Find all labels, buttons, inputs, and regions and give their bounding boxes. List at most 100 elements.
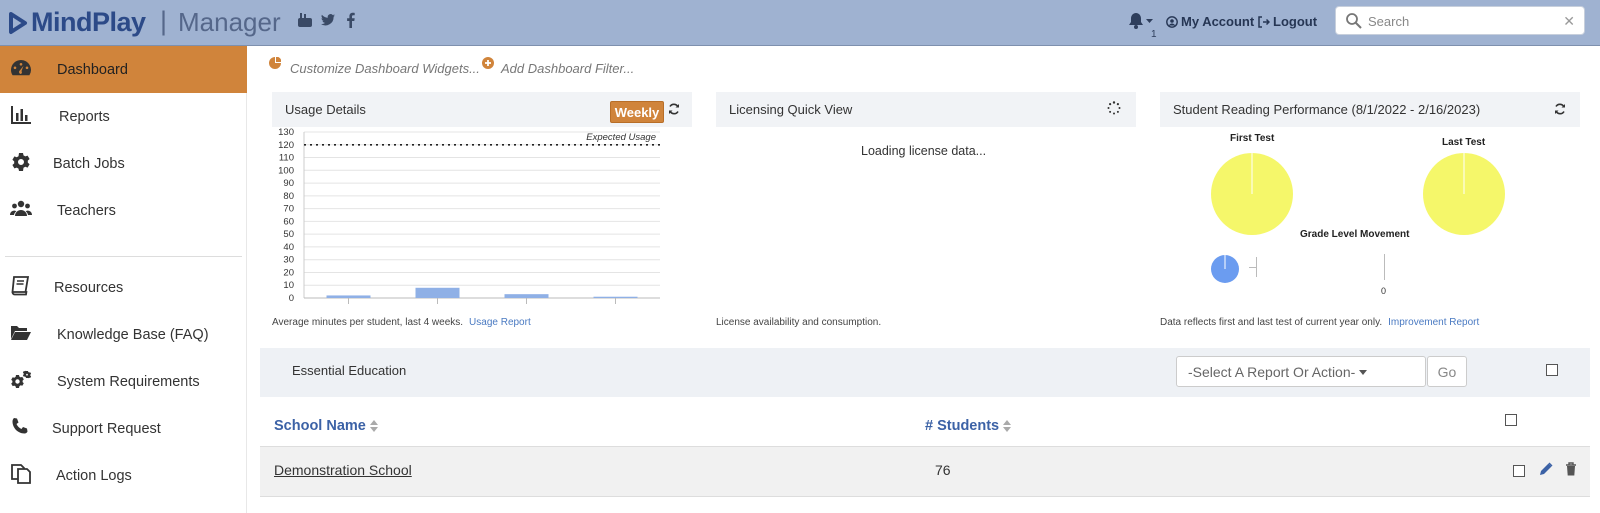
widget-title: Usage Details <box>285 102 366 117</box>
y-tick-label: 20 <box>283 267 294 278</box>
header-row-checkbox[interactable] <box>1505 414 1517 426</box>
licensing-footer-text: License availability and consumption. <box>716 317 882 328</box>
reading-performance-widget: Student Reading Performance (8/1/2022 - … <box>1160 92 1580 334</box>
first-test-pie <box>1211 153 1293 235</box>
refresh-icon[interactable] <box>1554 102 1566 116</box>
caret-down-icon <box>1146 19 1153 23</box>
copy-icon <box>10 464 34 486</box>
y-tick-label: 80 <box>283 191 294 202</box>
y-tick-label: 40 <box>283 242 294 253</box>
grade-zero-label: 0 <box>1381 286 1387 296</box>
sidebar-item-support-request[interactable]: Support Request <box>0 405 247 452</box>
widget-header: Student Reading Performance (8/1/2022 - … <box>1160 92 1580 127</box>
sidebar-item-action-logs[interactable]: Action Logs <box>0 452 247 499</box>
y-tick-label: 100 <box>278 165 294 176</box>
sidebar-item-resources[interactable]: Resources <box>0 264 247 311</box>
sidebar-item-label: Knowledge Base (FAQ) <box>57 326 209 343</box>
customize-widgets-link[interactable]: Customize Dashboard Widgets... <box>290 61 480 76</box>
grade-movement-pie <box>1211 255 1239 283</box>
refresh-icon[interactable] <box>668 102 680 116</box>
facebook-icon[interactable] <box>343 12 359 32</box>
y-tick-label: 10 <box>283 280 294 291</box>
users-icon <box>10 199 34 221</box>
expected-usage-label: Expected Usage <box>586 132 656 143</box>
folder-open-icon <box>10 323 34 345</box>
sidebar-item-label: Batch Jobs <box>53 155 125 172</box>
select-all-checkbox[interactable] <box>1546 364 1558 376</box>
sidebar-item-batch-jobs[interactable]: Batch Jobs <box>0 140 247 187</box>
sidebar-item-label: Action Logs <box>56 467 132 484</box>
table-header: School Name # Students <box>260 405 1590 447</box>
usage-details-widget: Usage Details Weekly 130 120 110 100 90 80 70 6… <box>272 92 692 334</box>
sort-icon <box>1003 420 1012 432</box>
search-input[interactable] <box>1368 12 1558 30</box>
loading-spinner-icon <box>1107 101 1121 115</box>
y-tick-label: 70 <box>283 204 294 215</box>
bell-icon <box>1129 13 1153 29</box>
sidebar-item-knowledge-base[interactable]: Knowledge Base (FAQ) <box>0 311 247 358</box>
edit-pencil-icon[interactable] <box>1539 462 1553 476</box>
sidebar-item-system-requirements[interactable]: System Requirements <box>0 358 247 405</box>
y-tick-label: 30 <box>283 255 294 266</box>
caret-down-icon <box>1359 370 1367 375</box>
plus-circle-icon[interactable] <box>482 57 494 69</box>
logout-link[interactable]: Logout <box>1258 14 1317 29</box>
usage-bar <box>326 295 371 298</box>
row-checkbox[interactable] <box>1513 465 1525 477</box>
y-tick-label: 130 <box>278 128 294 138</box>
school-name-link[interactable]: Demonstration School <box>274 462 412 478</box>
usage-bar-chart: 1301201101009080706050403020100Expected … <box>278 128 660 304</box>
grade-movement-label: Grade Level Movement <box>1300 229 1410 240</box>
usage-report-link[interactable]: Usage Report <box>469 317 531 328</box>
column-students[interactable]: # Students <box>925 418 1012 434</box>
search-icon <box>1346 13 1362 29</box>
twitter-icon[interactable] <box>320 12 336 32</box>
organization-section-bar: Essential Education -Select A Report Or … <box>260 348 1590 397</box>
sort-icon <box>369 420 378 432</box>
my-account-link[interactable]: My Account <box>1166 14 1254 29</box>
phone-icon <box>10 417 34 439</box>
last-test-label: Last Test <box>1442 137 1486 148</box>
sidebar-item-label: Reports <box>59 108 110 125</box>
sidebar-item-label: Resources <box>54 279 124 296</box>
sidebar-item-label: Dashboard <box>57 61 128 78</box>
youtube-icon[interactable] <box>297 12 313 32</box>
student-count: 76 <box>935 462 951 478</box>
widget-header: Licensing Quick View <box>716 92 1136 127</box>
grade-axis-line-left <box>1256 257 1257 277</box>
trash-icon[interactable] <box>1565 462 1577 476</box>
add-filter-link[interactable]: Add Dashboard Filter... <box>501 61 634 76</box>
pie-chart-icon <box>269 57 281 69</box>
widget-footer: License availability and consumption. <box>716 317 881 328</box>
column-school-name[interactable]: School Name <box>274 418 378 434</box>
go-button[interactable]: Go <box>1427 356 1467 387</box>
dashboard-icon <box>10 58 34 80</box>
top-bar: MindPlay | Manager 1 My Account Logout S… <box>0 0 1600 46</box>
mindplay-logo[interactable]: MindPlay <box>8 7 146 38</box>
y-tick-label: 90 <box>283 178 294 189</box>
column-label: # Students <box>925 418 1000 434</box>
licensing-widget: Licensing Quick View Loading license dat… <box>716 92 1136 334</box>
widget-title: Student Reading Performance (8/1/2022 - … <box>1173 102 1481 117</box>
logo-separator: | <box>160 6 168 36</box>
sidebar-item-dashboard[interactable]: Dashboard <box>0 46 247 93</box>
grade-axis-line-right <box>1384 254 1385 280</box>
clear-search-icon[interactable]: ✕ <box>1563 13 1575 30</box>
y-tick-label: 60 <box>283 216 294 227</box>
logout-label: Logout <box>1273 14 1318 29</box>
widget-header: Usage Details Weekly <box>272 92 692 127</box>
last-test-pie <box>1423 153 1505 235</box>
license-loading-text: Loading license data... <box>861 144 987 158</box>
usage-bar <box>415 287 460 298</box>
improvement-report-link[interactable]: Improvement Report <box>1388 317 1479 328</box>
sidebar-item-reports[interactable]: Reports <box>0 93 247 140</box>
weekly-toggle-button[interactable]: Weekly <box>610 101 664 123</box>
sidebar-item-teachers[interactable]: Teachers <box>0 187 247 234</box>
first-test-label: First Test <box>1230 133 1275 144</box>
report-action-select[interactable]: -Select A Report Or Action- <box>1176 356 1426 387</box>
y-tick-label: 50 <box>283 229 294 240</box>
usage-bar <box>593 296 638 298</box>
widget-footer: Data reflects first and last test of cur… <box>1160 317 1479 328</box>
organization-name: Essential Education <box>292 363 407 378</box>
reading-footer-text: Data reflects first and last test of cur… <box>1160 317 1383 328</box>
